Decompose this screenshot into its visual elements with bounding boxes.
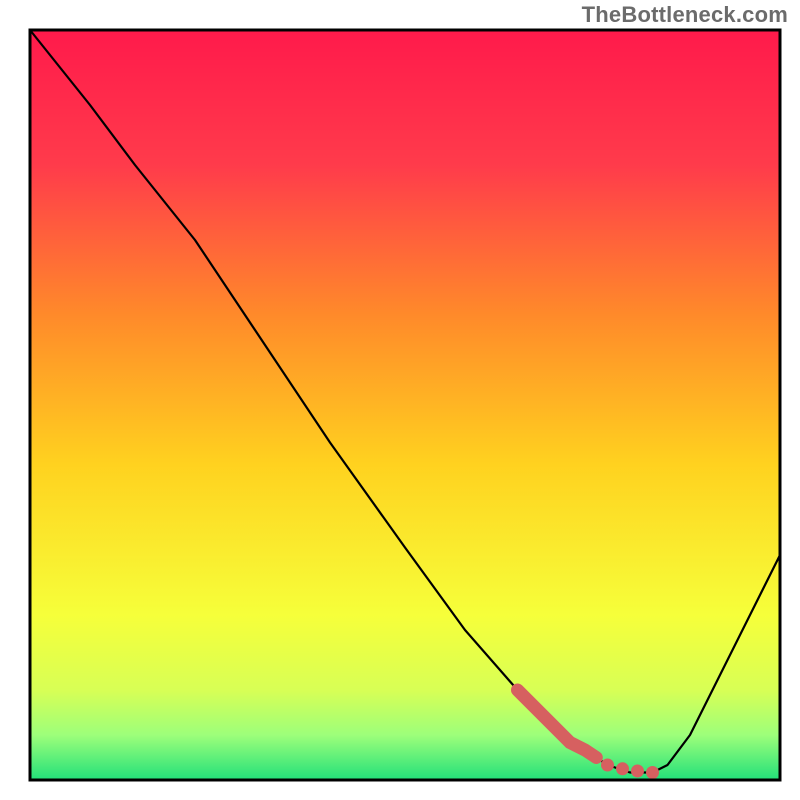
plot-background [30, 30, 780, 780]
highlight-dot [631, 765, 644, 778]
chart-container: { "attribution": "TheBottleneck.com", "c… [0, 0, 800, 800]
bottleneck-chart [0, 0, 800, 800]
highlight-dot [616, 762, 629, 775]
highlight-dot [646, 766, 659, 779]
highlight-dot [601, 759, 614, 772]
